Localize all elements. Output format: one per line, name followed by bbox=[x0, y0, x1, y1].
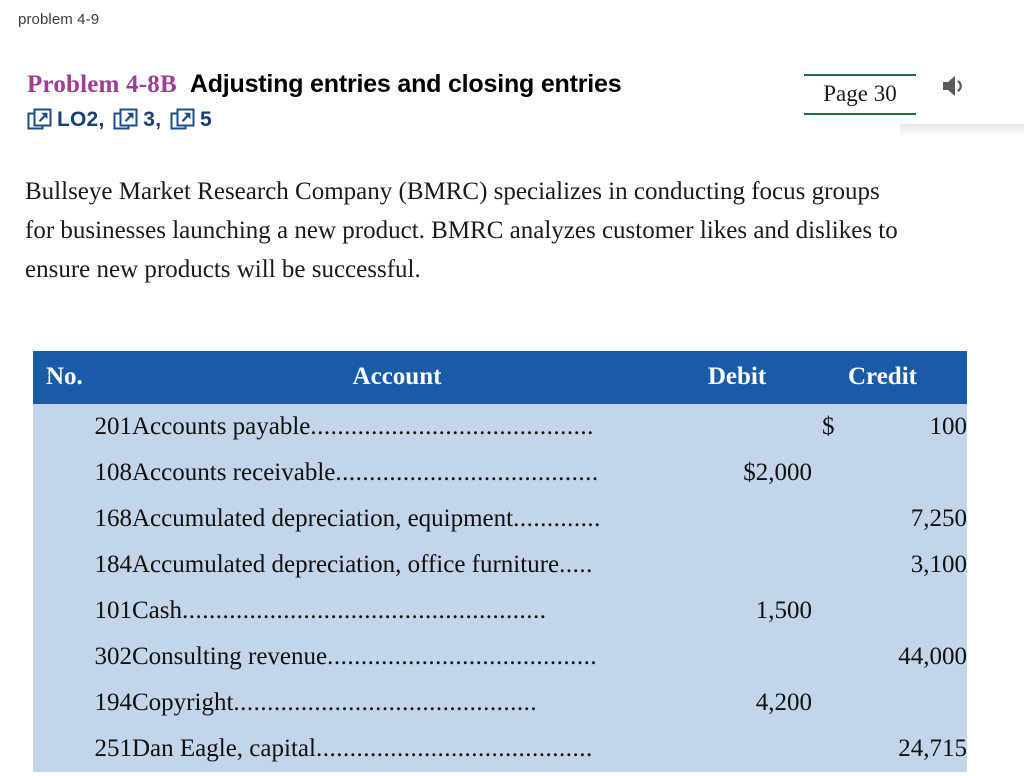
cell-debit: 4,200 bbox=[662, 680, 812, 726]
cell-debit bbox=[662, 542, 812, 588]
learning-objective-5[interactable]: 5 bbox=[170, 108, 212, 132]
problem-heading: Problem 4-8B Adjusting entries and closin… bbox=[27, 72, 787, 134]
learning-objective-3[interactable]: 3 bbox=[113, 108, 155, 132]
column-header-account: Account bbox=[132, 351, 662, 404]
table-row: 108 Accounts receivable.................… bbox=[33, 450, 967, 496]
external-link-icon[interactable] bbox=[170, 108, 196, 132]
external-link-icon[interactable] bbox=[113, 108, 139, 132]
credit-value: 3,100 bbox=[910, 551, 967, 578]
leader-dots: ........................................… bbox=[315, 735, 593, 762]
cell-account-number: 194 bbox=[33, 680, 132, 726]
cell-debit bbox=[662, 726, 812, 772]
account-name-text: Accounts payable bbox=[132, 413, 311, 440]
credit-value: 24,715 bbox=[898, 735, 967, 762]
table-header-row: No. Account Debit Credit bbox=[33, 351, 967, 404]
learning-objectives-line: LO2 , 3 , 5 bbox=[27, 106, 787, 134]
cell-debit bbox=[662, 404, 812, 450]
table-row: 302 Consulting revenue..................… bbox=[33, 634, 967, 680]
cell-debit bbox=[662, 496, 812, 542]
cell-credit bbox=[812, 680, 967, 726]
leader-dots: ....................................... bbox=[335, 459, 599, 486]
page-number-badge: Page 30 bbox=[804, 74, 916, 115]
cell-credit bbox=[812, 450, 967, 496]
leader-dots: ........................................… bbox=[310, 413, 594, 440]
cell-account-number: 184 bbox=[33, 542, 132, 588]
table-header: No. Account Debit Credit bbox=[33, 351, 967, 404]
account-name-text: Accumulated depreciation, office furnitu… bbox=[132, 551, 560, 578]
page-title: Adjusting entries and closing entries bbox=[189, 70, 622, 98]
learning-objective-label: 5 bbox=[200, 108, 212, 131]
account-name-text: Accumulated depreciation, equipment bbox=[132, 505, 514, 532]
learning-objective-separator: , bbox=[98, 108, 105, 131]
table-row: 184 Accumulated depreciation, office fur… bbox=[33, 542, 967, 588]
overlay-drop-shadow bbox=[900, 124, 1024, 136]
currency-symbol: $ bbox=[822, 413, 835, 440]
cell-account-number: 201 bbox=[33, 404, 132, 450]
leader-dots: ............. bbox=[513, 505, 601, 532]
cell-account-number: 251 bbox=[33, 726, 132, 772]
heading-line: Problem 4-8B Adjusting entries and closin… bbox=[27, 70, 787, 98]
learning-objective-separator: , bbox=[155, 108, 162, 131]
cell-account-name: Accumulated depreciation, office furnitu… bbox=[132, 542, 662, 588]
cell-account-name: Cash....................................… bbox=[132, 588, 662, 634]
document-label: problem 4-9 bbox=[18, 11, 100, 28]
cell-credit: 44,000 bbox=[812, 634, 967, 680]
leader-dots: ..... bbox=[559, 551, 593, 578]
cell-account-number: 108 bbox=[33, 450, 132, 496]
cell-credit: $100 bbox=[812, 404, 967, 450]
cell-account-name: Copyright...............................… bbox=[132, 680, 662, 726]
cell-account-name: Accumulated depreciation, equipment.....… bbox=[132, 496, 662, 542]
cell-credit: 7,250 bbox=[812, 496, 967, 542]
cell-account-name: Dan Eagle, capital......................… bbox=[132, 726, 662, 772]
cell-account-name: Consulting revenue......................… bbox=[132, 634, 662, 680]
column-header-no: No. bbox=[33, 351, 132, 404]
cell-account-name: Accounts payable........................… bbox=[132, 404, 662, 450]
table-body: 201 Accounts payable....................… bbox=[33, 404, 967, 772]
account-name-text: Consulting revenue bbox=[132, 643, 328, 670]
account-name-text: Dan Eagle, capital bbox=[132, 735, 316, 762]
cell-credit: 3,100 bbox=[812, 542, 967, 588]
speaker-volume-icon[interactable] bbox=[940, 73, 970, 99]
leader-dots: ........................................… bbox=[233, 689, 538, 716]
cell-account-number: 168 bbox=[33, 496, 132, 542]
external-link-icon[interactable] bbox=[27, 108, 53, 132]
account-name-text: Accounts receivable bbox=[132, 459, 336, 486]
table-row: 201 Accounts payable....................… bbox=[33, 404, 967, 450]
credit-value: 44,000 bbox=[898, 643, 967, 670]
table-row: 168 Accumulated depreciation, equipment.… bbox=[33, 496, 967, 542]
account-name-text: Cash bbox=[132, 597, 182, 624]
column-header-debit: Debit bbox=[662, 351, 812, 404]
table-row: 194 Copyright...........................… bbox=[33, 680, 967, 726]
intro-paragraph: Bullseye Market Research Company (BMRC) … bbox=[25, 178, 898, 283]
cell-account-number: 101 bbox=[33, 588, 132, 634]
cell-debit: 1,500 bbox=[662, 588, 812, 634]
cell-debit bbox=[662, 634, 812, 680]
cell-debit: $2,000 bbox=[662, 450, 812, 496]
leader-dots: ........................................… bbox=[182, 597, 547, 624]
trial-balance-table: No. Account Debit Credit 201 Accounts pa… bbox=[33, 351, 967, 772]
learning-objective-lo2[interactable]: LO2 bbox=[27, 108, 98, 132]
table-row: 101 Cash................................… bbox=[33, 588, 967, 634]
column-header-credit: Credit bbox=[812, 351, 967, 404]
page-number-text: Page 30 bbox=[823, 81, 897, 106]
cell-account-number: 302 bbox=[33, 634, 132, 680]
learning-objective-label: LO2 bbox=[57, 108, 99, 131]
media-overlay-panel bbox=[916, 50, 1024, 124]
leader-dots: ........................................ bbox=[327, 643, 598, 670]
cell-credit: 24,715 bbox=[812, 726, 967, 772]
credit-value: 7,250 bbox=[910, 505, 967, 532]
table-row: 251 Dan Eagle, capital..................… bbox=[33, 726, 967, 772]
account-name-text: Copyright bbox=[132, 689, 234, 716]
cell-credit bbox=[812, 588, 967, 634]
credit-value: 100 bbox=[929, 413, 968, 440]
problem-number: Problem 4-8B bbox=[27, 71, 177, 98]
cell-account-name: Accounts receivable.....................… bbox=[132, 450, 662, 496]
learning-objective-label: 3 bbox=[143, 108, 156, 131]
